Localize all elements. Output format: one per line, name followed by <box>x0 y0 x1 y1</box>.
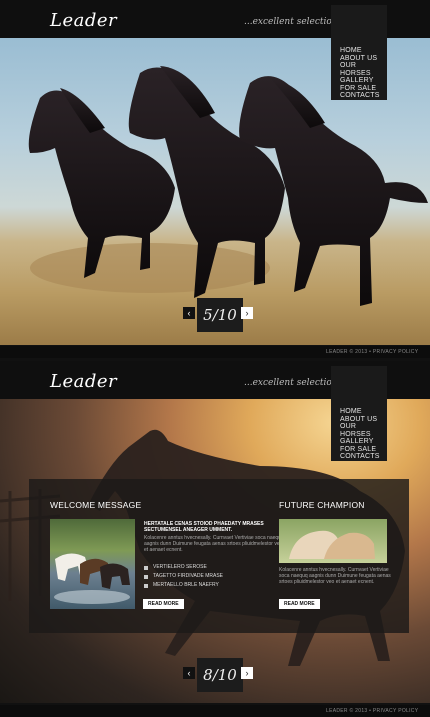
welcome-subhead: HERTATALE CENAS STOIOD PHAEDATY MRASES S… <box>144 521 264 533</box>
nav-item-contacts[interactable]: CONTACTS <box>340 92 387 100</box>
champion-title: FUTURE CHAMPION <box>279 500 365 510</box>
welcome-link-3[interactable]: MERTAELLO BRLE NAEFRY <box>144 581 223 590</box>
site-logo[interactable]: Leader <box>50 10 117 31</box>
main-nav: HOME ABOUT US OUR HORSES GALLERY FOR SAL… <box>331 5 387 100</box>
site-logo[interactable]: Leader <box>50 371 117 392</box>
content-panel: WELCOME MESSAGE HERTATALE CENAS STOIOD P… <box>29 479 409 633</box>
nav-item-about-us[interactable]: ABOUT US <box>340 416 387 424</box>
slide-page-2: Leader ...excellent selection HOME ABOUT… <box>0 361 430 717</box>
welcome-links: VERTIELERO SEROSE TAGETTO FIRDIVADE MRAS… <box>144 563 223 590</box>
running-horses-image <box>54 553 130 604</box>
nav-item-for-sale[interactable]: FOR SALE <box>340 85 387 93</box>
main-nav: HOME ABOUT US OUR HORSES GALLERY FOR SAL… <box>331 366 387 461</box>
foal-image <box>289 530 375 559</box>
footer-copyright[interactable]: LEADER © 2013 • PRIVACY POLICY <box>326 349 418 355</box>
site-tagline: ...excellent selection <box>244 17 338 27</box>
welcome-thumbnail[interactable] <box>50 519 135 609</box>
footer-bar: LEADER © 2013 • PRIVACY POLICY <box>0 705 430 717</box>
chevron-right-icon[interactable]: › <box>241 307 253 319</box>
nav-item-about-us[interactable]: ABOUT US <box>340 55 387 63</box>
nav-item-gallery[interactable]: GALLERY <box>340 77 387 85</box>
nav-item-our-horses[interactable]: OUR HORSES <box>340 62 387 77</box>
slide-page-1: Leader ...excellent selection HOME ABOUT… <box>0 0 430 358</box>
slide-counter: 5/10 <box>197 298 243 332</box>
welcome-link-2[interactable]: TAGETTO FIRDIVADE MRASE <box>144 572 223 581</box>
footer-bar: LEADER © 2013 • PRIVACY POLICY <box>0 346 430 358</box>
nav-item-for-sale[interactable]: FOR SALE <box>340 446 387 454</box>
site-tagline: ...excellent selection <box>244 378 338 388</box>
champion-body: Kolacenre anntus hvecnesally. Curnvaet V… <box>279 567 391 585</box>
welcome-body: Kolacenre anntus hvecnesally. Curnvaet V… <box>144 535 284 553</box>
champion-read-more-button[interactable]: READ MORE <box>279 599 320 609</box>
nav-item-home[interactable]: HOME <box>340 47 387 55</box>
nav-item-home[interactable]: HOME <box>340 408 387 416</box>
champion-thumbnail[interactable] <box>279 519 387 563</box>
welcome-link-1[interactable]: VERTIELERO SEROSE <box>144 563 223 572</box>
slide-counter: 8/10 <box>197 658 243 692</box>
welcome-title: WELCOME MESSAGE <box>50 500 142 510</box>
welcome-read-more-button[interactable]: READ MORE <box>143 599 184 609</box>
nav-item-contacts[interactable]: CONTACTS <box>340 453 387 461</box>
chevron-right-icon[interactable]: › <box>241 667 253 679</box>
chevron-left-icon[interactable]: ‹ <box>183 307 195 319</box>
footer-copyright[interactable]: LEADER © 2013 • PRIVACY POLICY <box>326 708 418 714</box>
chevron-left-icon[interactable]: ‹ <box>183 667 195 679</box>
nav-item-gallery[interactable]: GALLERY <box>340 438 387 446</box>
nav-item-our-horses[interactable]: OUR HORSES <box>340 423 387 438</box>
